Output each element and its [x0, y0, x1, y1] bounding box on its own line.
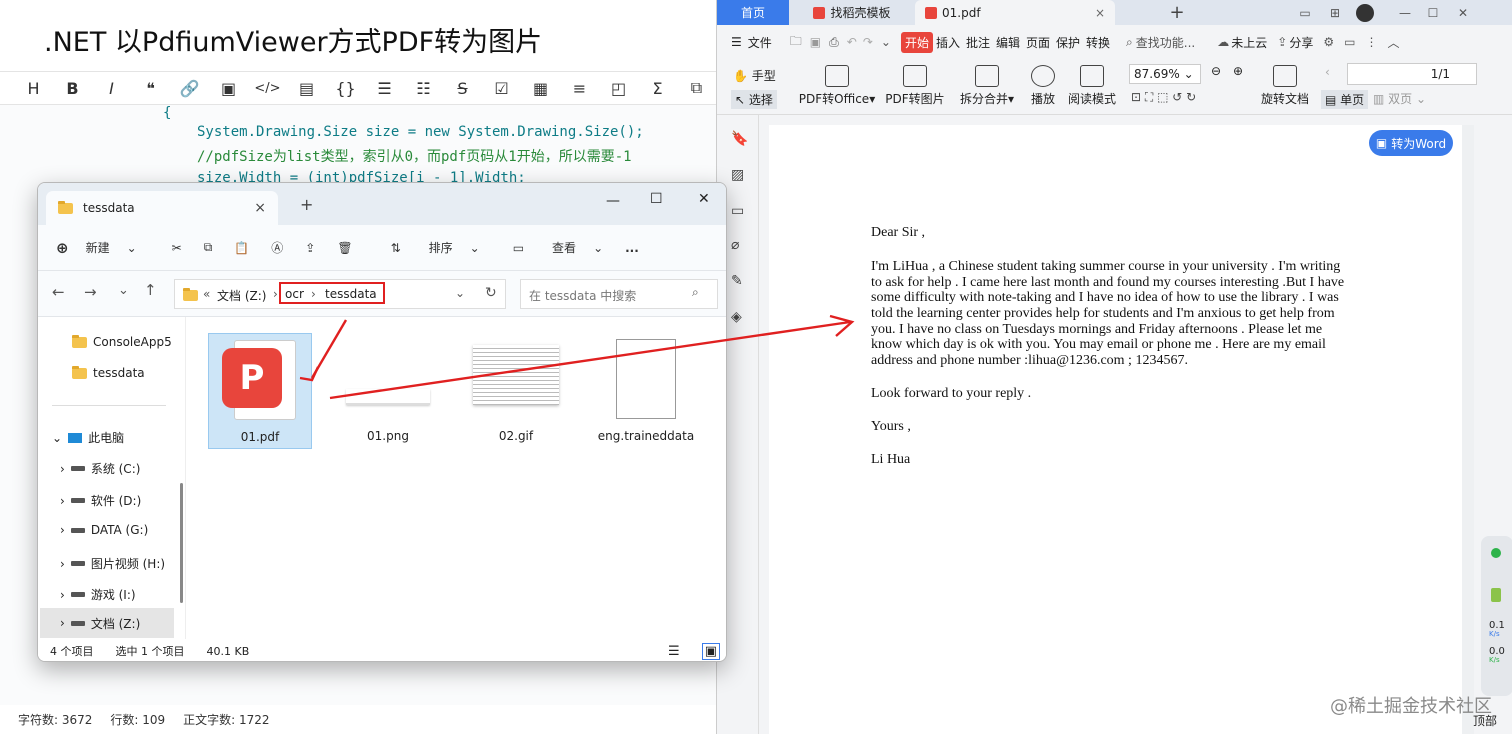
- watermark: @稀土掘金技术社区: [1330, 696, 1492, 717]
- annotation-arrows: [299, 314, 855, 400]
- arrow-head: [299, 366, 320, 382]
- arrow-to-document: [329, 320, 851, 400]
- arrow-head: [829, 314, 855, 337]
